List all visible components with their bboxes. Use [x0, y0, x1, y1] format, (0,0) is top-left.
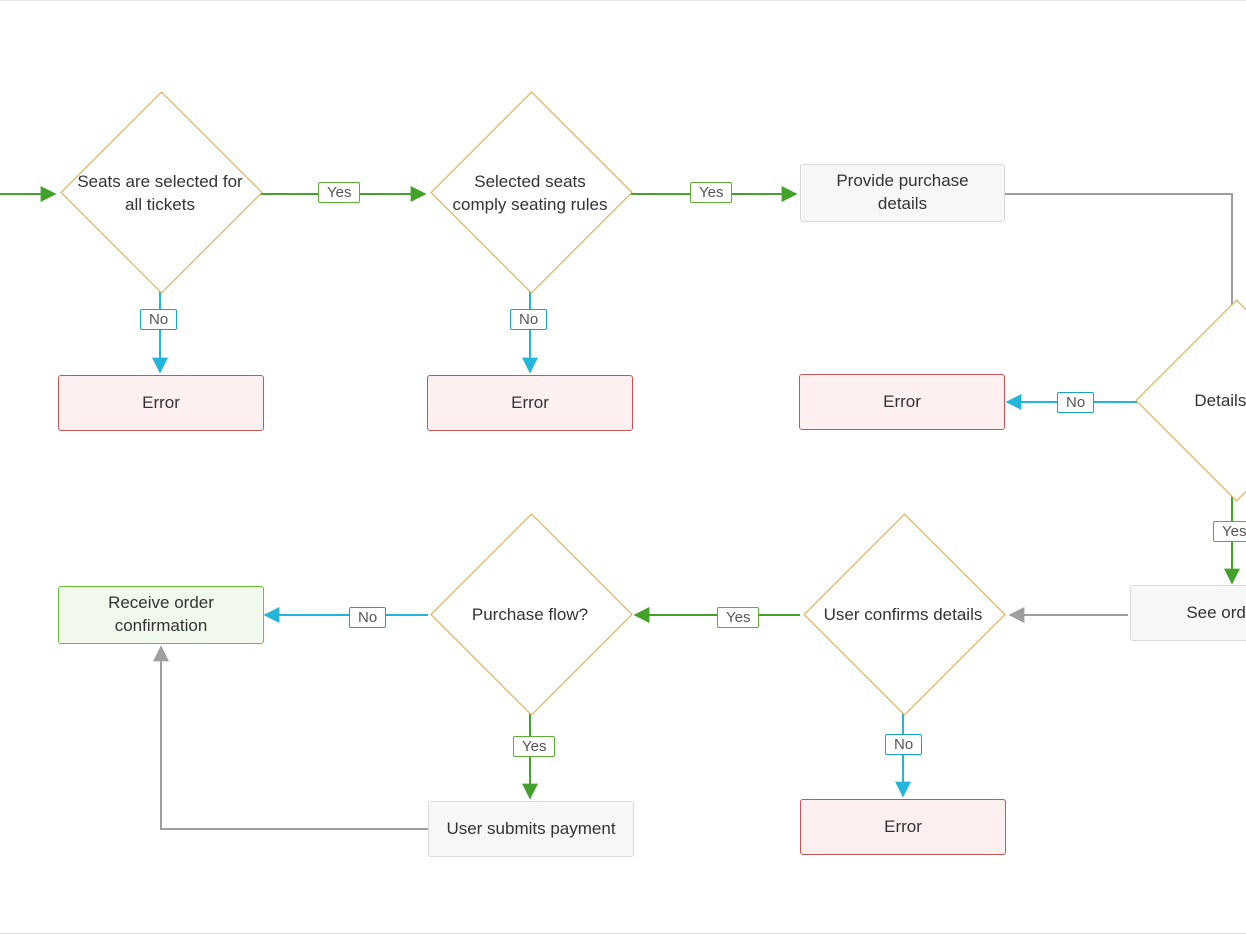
node-label: See order su: [1186, 602, 1246, 625]
node-label: Error: [511, 392, 549, 415]
edge-label-yes: Yes: [717, 607, 759, 628]
process-provide-details[interactable]: Provide purchase details: [800, 164, 1005, 222]
decision-user-confirms[interactable]: User confirms details: [803, 543, 1003, 688]
node-label: Seats are selected for all tickets: [75, 171, 245, 217]
decision-seats-selected[interactable]: Seats are selected for all tickets: [60, 121, 260, 266]
node-label: User confirms details: [824, 604, 983, 627]
decision-purchase-flow[interactable]: Purchase flow?: [430, 543, 630, 688]
node-label: Error: [884, 816, 922, 839]
result-error-confirm[interactable]: Error: [800, 799, 1006, 855]
node-label: Provide purchase details: [823, 170, 983, 216]
node-label: User submits payment: [446, 818, 615, 841]
edge-label-no: No: [1057, 392, 1094, 413]
node-label: Error: [883, 391, 921, 414]
edge-label-no: No: [510, 309, 547, 330]
node-label: Receive order confirmation: [86, 592, 236, 638]
process-see-summary[interactable]: See order su: [1130, 585, 1246, 641]
edge-label-no: No: [140, 309, 177, 330]
node-label: Selected seats comply seating rules: [445, 171, 615, 217]
edge-label-yes: Yes: [318, 182, 360, 203]
decision-seating-rules[interactable]: Selected seats comply seating rules: [430, 121, 630, 266]
decision-details-valid[interactable]: Details are: [1135, 329, 1246, 474]
edge-label-yes: Yes: [513, 736, 555, 757]
edge-label-no: No: [885, 734, 922, 755]
process-submit-payment[interactable]: User submits payment: [428, 801, 634, 857]
edge-label-yes: Yes: [1213, 521, 1246, 542]
edge-label-yes: Yes: [690, 182, 732, 203]
result-order-confirmation[interactable]: Receive order confirmation: [58, 586, 264, 644]
result-error-details[interactable]: Error: [799, 374, 1005, 430]
flowchart-canvas[interactable]: Seats are selected for all tickets Selec…: [0, 0, 1246, 934]
result-error-seats[interactable]: Error: [58, 375, 264, 431]
node-label: Error: [142, 392, 180, 415]
node-label: Details are: [1194, 390, 1246, 413]
node-label: Purchase flow?: [472, 604, 588, 627]
edge-label-no: No: [349, 607, 386, 628]
result-error-rules[interactable]: Error: [427, 375, 633, 431]
